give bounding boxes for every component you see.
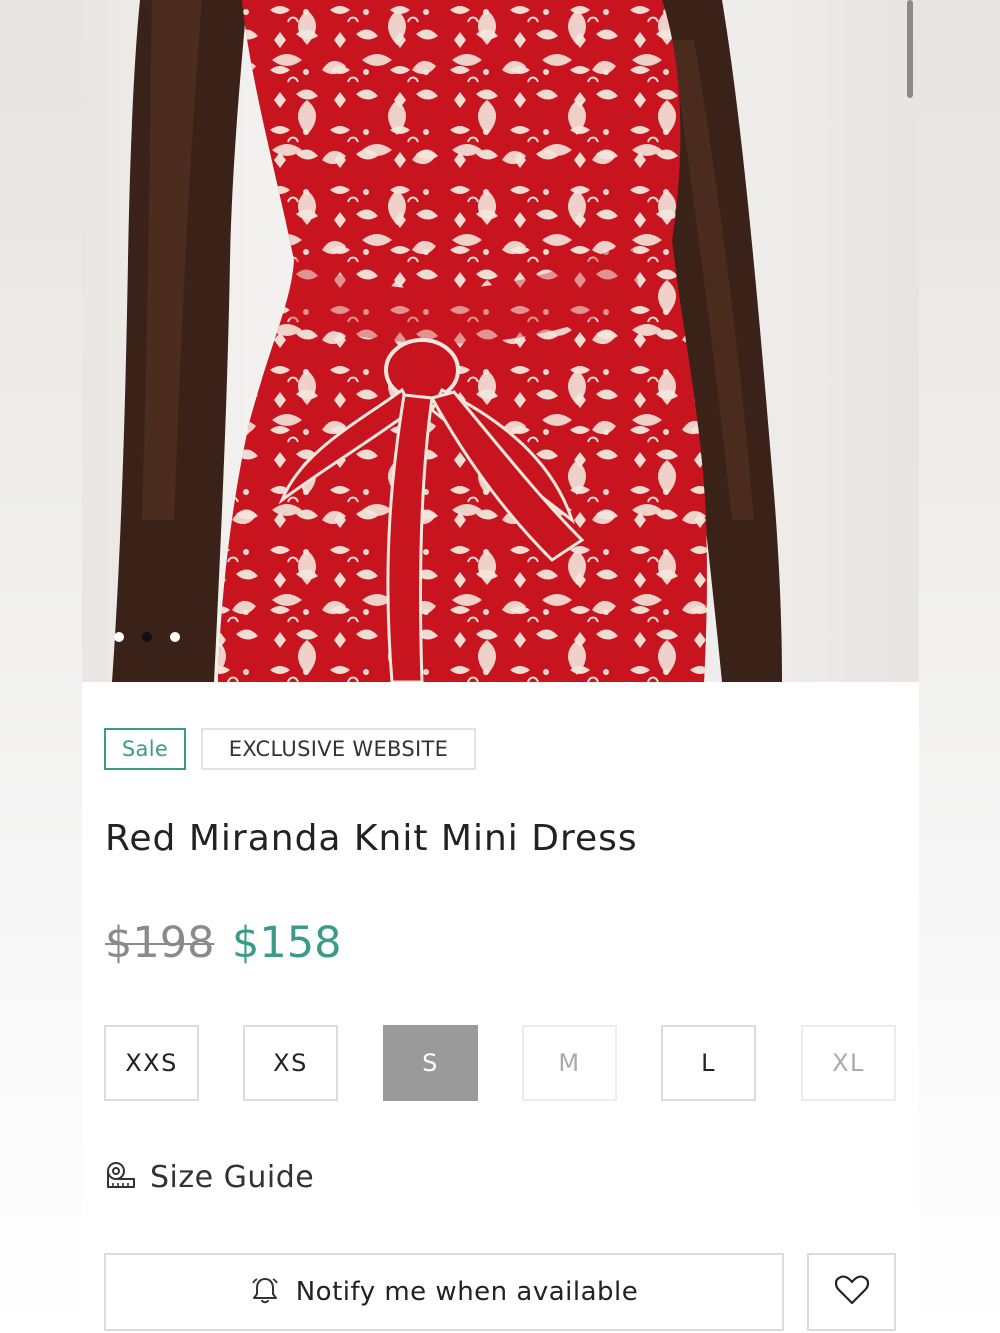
product-image[interactable] xyxy=(82,0,919,682)
size-option-xxs[interactable]: XXS xyxy=(104,1025,199,1101)
carousel-dot-3[interactable] xyxy=(170,632,180,642)
notify-me-button[interactable]: Notify me when available xyxy=(104,1253,784,1331)
notify-me-label: Notify me when available xyxy=(295,1277,639,1307)
size-option-m[interactable]: M xyxy=(522,1025,617,1101)
size-guide-link[interactable]: Size Guide xyxy=(104,1155,314,1199)
size-option-xs[interactable]: XS xyxy=(243,1025,338,1101)
exclusive-website-badge: EXCLUSIVE WEBSITE xyxy=(201,728,476,770)
scrollbar[interactable] xyxy=(907,0,913,98)
product-title: Red Miranda Knit Mini Dress xyxy=(105,818,638,859)
carousel-dots xyxy=(114,632,180,642)
original-price: $198 xyxy=(105,918,215,968)
bell-icon xyxy=(250,1275,280,1309)
measuring-tape-icon xyxy=(104,1159,136,1195)
wishlist-button[interactable] xyxy=(807,1253,896,1331)
size-option-s[interactable]: S xyxy=(383,1025,478,1101)
carousel-dot-1[interactable] xyxy=(114,632,124,642)
product-page: Sale EXCLUSIVE WEBSITE Red Miranda Knit … xyxy=(82,0,919,1333)
heart-icon xyxy=(834,1275,869,1309)
size-guide-label: Size Guide xyxy=(150,1159,315,1195)
size-selector: XXS XS S M L XL xyxy=(104,1025,896,1101)
size-option-xl[interactable]: XL xyxy=(801,1025,896,1101)
dress-photo xyxy=(112,0,782,682)
carousel-dot-2[interactable] xyxy=(142,632,152,642)
sale-badge: Sale xyxy=(104,728,186,770)
sale-price: $158 xyxy=(232,918,342,968)
size-option-l[interactable]: L xyxy=(661,1025,756,1101)
